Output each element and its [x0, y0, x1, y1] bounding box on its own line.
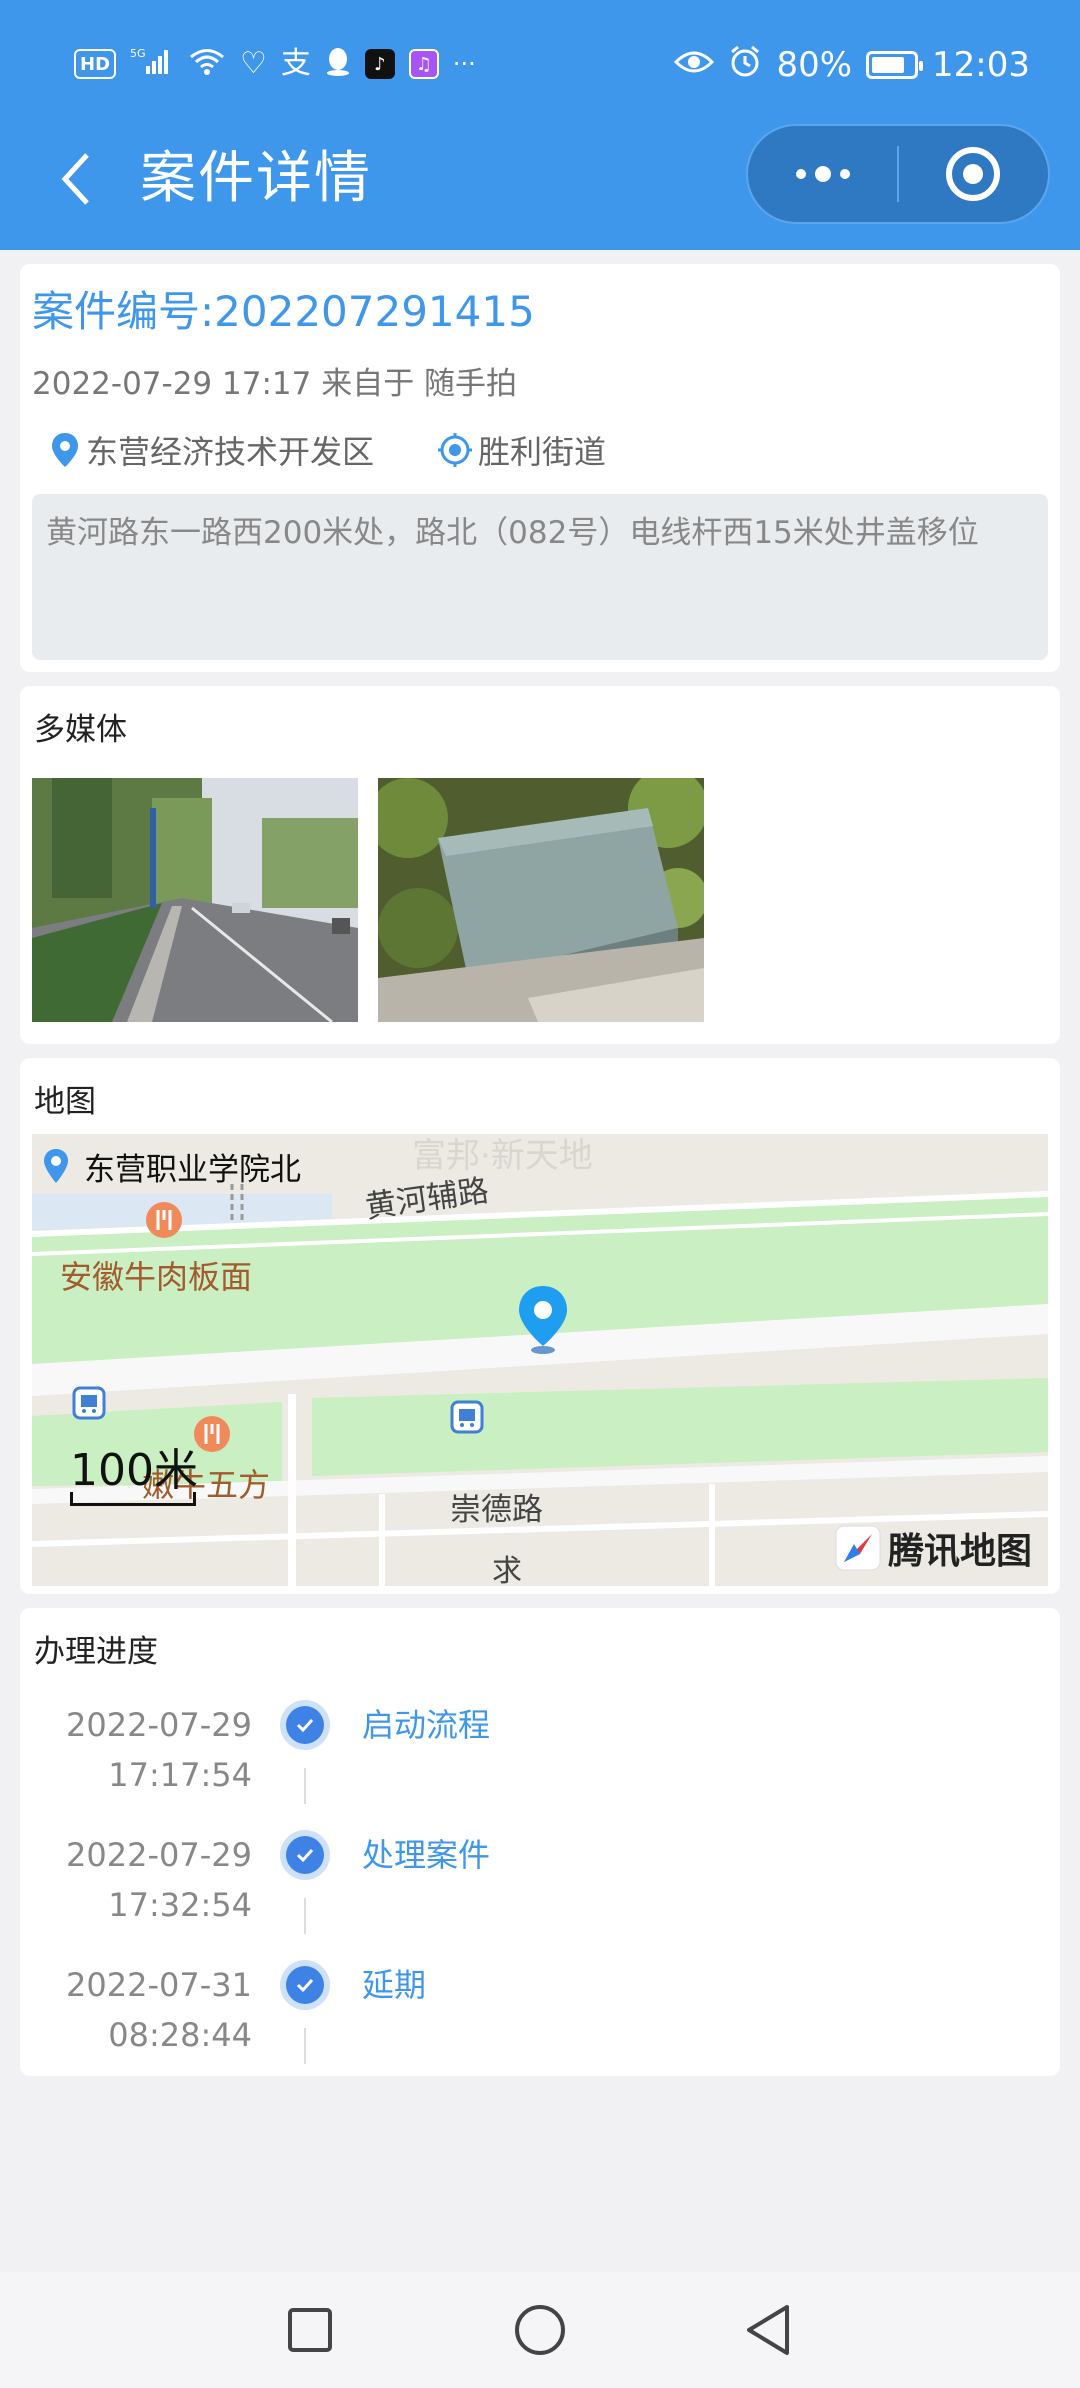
media-photo-road[interactable] [32, 778, 358, 1022]
app-header: HD 5G ♡ 支 ♪ ♫ ··· 80% 12:03 案件详情 [0, 0, 1080, 250]
step-connector [304, 1768, 306, 1804]
map-brand: 腾讯地图 [834, 1518, 1032, 1578]
map-brand-name: 腾讯地图 [887, 1531, 1032, 1572]
check-icon [296, 1848, 314, 1863]
progress-card: 办理进度 2022-07-29 17:17:54 启动流程 2022-07-29… [20, 1608, 1060, 2076]
close-miniprogram-button[interactable] [899, 126, 1048, 222]
alipay-icon: 支 [280, 46, 311, 81]
step-connector [304, 1898, 306, 1934]
map-place-chip: 东营职业学院北 [32, 1134, 301, 1198]
step-status-dot [280, 1960, 330, 2010]
status-icons-left: HD 5G ♡ 支 ♪ ♫ ··· [74, 44, 476, 84]
restaurant-icon [192, 1414, 232, 1458]
signal-icon: 5G [130, 46, 174, 82]
clock-time: 12:03 [932, 45, 1030, 85]
battery-icon [866, 51, 924, 79]
step-time: 08:28:44 [108, 2016, 252, 2054]
miniprogram-capsule [746, 124, 1050, 224]
recent-apps-button[interactable] [280, 2300, 340, 2360]
square-icon [288, 2308, 332, 2352]
step-date: 2022-07-29 [66, 1836, 252, 1874]
back-nav-button[interactable] [738, 2300, 798, 2360]
home-button[interactable] [510, 2300, 570, 2360]
step-label: 延期 [362, 1966, 427, 2004]
map-restaurant-label-1: 安徽牛肉板面 [60, 1258, 253, 1296]
alarm-icon [728, 44, 762, 87]
step-date: 2022-07-31 [66, 1966, 252, 2004]
media-card: 多媒体 [20, 686, 1060, 1044]
status-icons-right: 80% 12:03 [674, 40, 1030, 90]
map-road-label-2: 崇德路 [450, 1492, 543, 1528]
eye-icon [674, 45, 715, 85]
map-view[interactable]: 东营职业学院北 富邦·新天地 安徽牛肉板面 黄河辅路 嫩牛五方 崇德路 求 10… [32, 1134, 1048, 1586]
map-pin-icon [52, 433, 78, 467]
tiktok-icon: ♪ [364, 49, 395, 79]
step-datetime: 2022-07-29 17:17:54 [66, 1700, 252, 1800]
map-card: 地图 东营职业学院北 富邦·新天地 安徽牛肉板面 黄河辅路 嫩牛五方 崇德路 求… [20, 1058, 1060, 1594]
step-connector [304, 2028, 306, 2064]
progress-step: 2022-07-29 17:17:54 启动流程 [20, 1700, 1060, 1820]
more-dots-icon [795, 166, 850, 182]
more-notifications-icon: ··· [452, 50, 476, 78]
street-label: 胜利街道 [478, 433, 607, 471]
page-title: 案件详情 [140, 146, 372, 211]
step-date: 2022-07-29 [66, 1706, 252, 1744]
step-datetime: 2022-07-31 08:28:44 [66, 1960, 252, 2060]
media-photo-manhole[interactable] [378, 778, 704, 1022]
nav-bar: 案件详情 [0, 124, 1080, 234]
map-scale-text: 100米 [70, 1445, 198, 1496]
system-nav-bar [0, 2272, 1080, 2388]
case-info-card: 案件编号:202207291415 2022-07-29 17:17 来自于 随… [20, 264, 1060, 672]
progress-section-title: 办理进度 [34, 1634, 158, 1670]
restaurant-icon [144, 1200, 184, 1244]
circle-icon [515, 2305, 565, 2355]
status-bar: HD 5G ♡ 支 ♪ ♫ ··· 80% 12:03 [0, 0, 1080, 130]
progress-step: 2022-07-31 08:28:44 延期 [20, 1960, 1060, 2080]
step-datetime: 2022-07-29 17:32:54 [66, 1830, 252, 1930]
wifi-icon [188, 46, 226, 82]
manhole-photo-image [378, 778, 704, 1022]
road-photo-image [32, 778, 358, 1022]
media-section-title: 多媒体 [34, 712, 127, 748]
back-button[interactable] [40, 144, 110, 214]
target-circle-icon [946, 147, 1001, 201]
bus-stop-icon [450, 1400, 484, 1438]
hd-icon: HD [74, 49, 117, 79]
map-place-name: 东营职业学院北 [84, 1151, 301, 1188]
triangle-back-icon [747, 2305, 789, 2355]
step-time: 17:17:54 [108, 1756, 252, 1794]
map-bottom-label: 求 [492, 1554, 522, 1586]
district-tag: 东营经济技术开发区 [50, 427, 374, 473]
more-menu-button[interactable] [748, 126, 897, 222]
battery-fill [872, 57, 905, 73]
check-icon [296, 1978, 314, 1993]
district-label: 东营经济技术开发区 [86, 433, 375, 471]
map-section-title: 地图 [34, 1084, 96, 1120]
step-label: 启动流程 [362, 1706, 491, 1744]
chevron-left-icon [61, 153, 89, 205]
map-pin-icon [44, 1149, 68, 1183]
tencent-map-logo-icon [835, 1525, 881, 1571]
step-label: 处理案件 [362, 1836, 491, 1874]
battery-percent: 80% [776, 45, 853, 85]
music-icon: ♫ [408, 49, 439, 79]
map-scale: 100米 [70, 1434, 198, 1506]
case-description: 黄河路东一路西200米处，路北（082号）电线杆西15米处井盖移位 [32, 494, 1048, 660]
step-status-dot [280, 1830, 330, 1880]
case-meta: 2022-07-29 17:17 来自于 随手拍 [32, 366, 518, 402]
location-target-icon [438, 433, 473, 467]
step-time: 17:32:54 [108, 1886, 252, 1924]
health-heart-icon: ♡ [240, 46, 267, 81]
step-status-dot [280, 1700, 330, 1750]
location-row: 东营经济技术开发区 胜利街道 [50, 428, 670, 472]
street-tag: 胜利街道 [438, 427, 606, 473]
progress-step: 2022-07-29 17:32:54 处理案件 [20, 1830, 1060, 1950]
check-icon [296, 1718, 314, 1733]
case-number: 案件编号:202207291415 [32, 287, 535, 336]
qq-icon [325, 46, 351, 82]
location-marker-icon [516, 1284, 570, 1360]
bus-stop-icon [72, 1386, 106, 1424]
svg-text:5G: 5G [130, 47, 146, 60]
